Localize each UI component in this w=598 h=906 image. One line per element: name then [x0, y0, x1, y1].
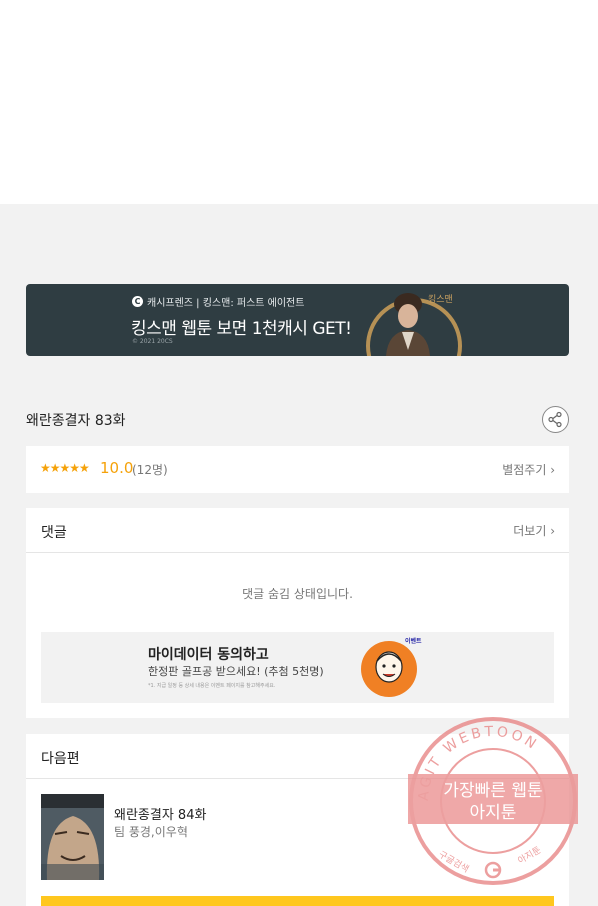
ad-character-icon [375, 651, 403, 683]
episode-title: 왜란종결자 83화 [26, 413, 126, 429]
mydata-ad[interactable]: 마이데이터 동의하고 한정판 골프공 받으세요! (추첨 5천명) *1. 지급… [41, 632, 554, 703]
comments-title: 댓글 [41, 525, 67, 541]
watermark-line1: 가장빠른 웹툰 [443, 781, 542, 801]
comments-section: 댓글 더보기 › 댓글 숨김 상태입니다. 마이데이터 동의하고 한정판 골프공… [26, 508, 569, 718]
rating-stars-icon: ★★★★★ [40, 461, 90, 475]
banner-kingsman-logo: 킹스맨 [428, 295, 453, 305]
ad-subtitle: 한정판 골프공 받으세요! (추첨 5천명) [148, 665, 324, 678]
share-button[interactable] [542, 406, 569, 433]
next-episode-title[interactable]: 왜란종결자 84화 [114, 804, 206, 823]
banner-headline: 킹스맨 웹툰 보면 1천캐시 GET! [131, 319, 352, 339]
watermark-foot-right: 아지툰 [516, 845, 543, 867]
comments-hidden-message: 댓글 숨김 상태입니다. [242, 587, 353, 601]
ad-title: 마이데이터 동의하고 [148, 647, 269, 663]
agit-webtoon-watermark: AGIT WEBTOON 가장빠른 웹툰 아지툰 구글검색 아지툰 [408, 717, 578, 885]
banner-brand-label: 캐시프렌즈 | 킹스맨: 퍼스트 에이전트 [147, 298, 305, 309]
kingsman-banner-ad[interactable]: C 캐시프렌즈 | 킹스맨: 퍼스트 에이전트 킹스맨 웹툰 보면 1천캐시 G… [26, 284, 569, 356]
watermark-line2: 아지툰 [470, 803, 517, 823]
thumbnail-image [41, 794, 104, 880]
next-episode-authors: 팀 풍경,이우혁 [114, 825, 188, 839]
ad-fine-print: *1. 지급 일정 등 상세 내용은 이벤트 페이지를 참고해주세요. [148, 683, 276, 689]
rating-count: (12명) [132, 463, 168, 477]
rate-button[interactable]: 별점주기 › [502, 461, 555, 478]
rating-score: 10.0 [100, 459, 134, 477]
cashfriends-logo-icon: C [132, 296, 143, 307]
banner-brand: C 캐시프렌즈 | 킹스맨: 퍼스트 에이전트 [132, 294, 304, 309]
read-next-button[interactable] [41, 896, 554, 906]
banner-copyright: © 2021 20CS [132, 338, 173, 345]
comments-header: 댓글 더보기 › [26, 508, 569, 553]
rating-card: ★★★★★ 10.0 (12명) 별점주기 › [26, 446, 569, 493]
share-icon [548, 411, 562, 428]
next-episode-heading: 다음편 [41, 751, 80, 767]
next-episode-thumbnail[interactable] [41, 794, 104, 880]
google-g-icon [484, 861, 502, 879]
comments-more-link[interactable]: 더보기 › [513, 522, 555, 539]
content-area-top [0, 0, 598, 204]
ad-tag: 이벤트 [405, 638, 422, 645]
